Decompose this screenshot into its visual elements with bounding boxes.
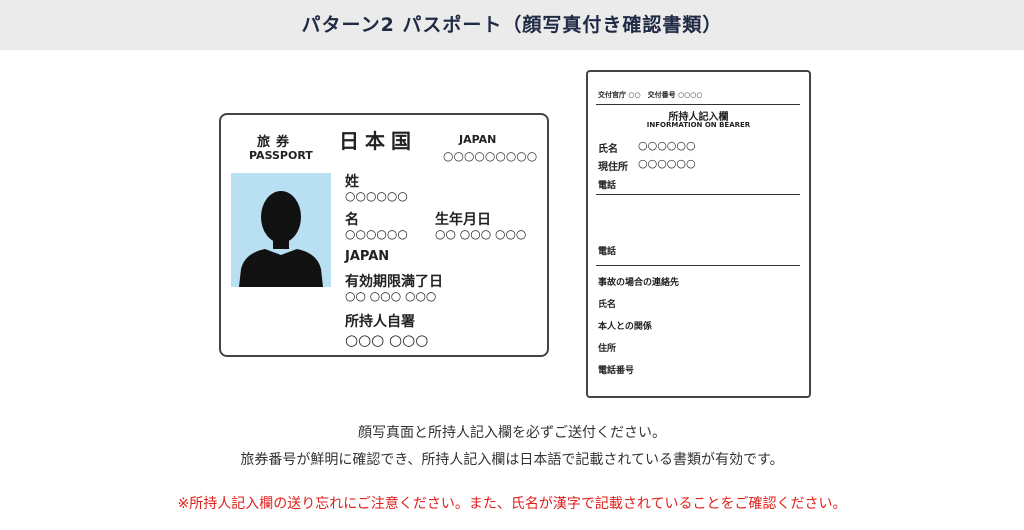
bearer-info-page: 交付官庁 ○○ 交付番号 ○○○○ 所持人記入欄 INFORMATION ON … [586, 70, 811, 398]
issuing-authority-line: 交付官庁 ○○ 交付番号 ○○○○ [598, 91, 703, 99]
birth-date-label: 生年月日 [435, 212, 491, 228]
passport-ryoken-text: 旅券 [257, 135, 296, 150]
signature-label: 所持人自署 [345, 314, 415, 330]
nationality-value: JAPAN [345, 249, 390, 264]
instruction-line-1: 顔写真面と所持人記入欄を必ずご送付ください。 [358, 425, 666, 441]
divider [596, 265, 800, 266]
passport-photo-page: 旅券 PASSPORT 日本国 JAPAN ○○○○○○○○○ 姓 ○○○○○○… [219, 113, 549, 357]
emergency-contact-label: 事故の場合の連絡先 [598, 278, 680, 288]
person-silhouette-icon [239, 191, 323, 287]
relation-label: 本人との関係 [598, 322, 652, 332]
emergency-address-label: 住所 [598, 344, 617, 354]
emergency-name-label: 氏名 [598, 300, 617, 310]
expiry-label: 有効期限満了日 [345, 274, 443, 290]
bearer-name-label: 氏名 [598, 144, 618, 155]
given-name-value: ○○○○○○ [345, 227, 408, 241]
bearer-title-en: INFORMATION ON BEARER [646, 121, 751, 129]
country-jp-text: 日本国 [339, 129, 417, 153]
surname-label: 姓 [345, 174, 359, 190]
bearer-address-label: 現住所 [598, 162, 628, 173]
given-name-label: 名 [345, 212, 359, 228]
face-photo [231, 173, 331, 287]
signature-value: ○○○ ○○○ [345, 331, 429, 349]
expiry-value: ○○ ○○○ ○○○ [345, 289, 437, 303]
page-title: パターン2 パスポート（顔写真付き確認書類） [0, 0, 1024, 50]
passport-en-text: PASSPORT [249, 149, 313, 162]
surname-value: ○○○○○○ [345, 189, 408, 203]
warning-note: ※所持人記入欄の送り忘れにご注意ください。また、氏名が漢字で記載されていることを… [177, 496, 847, 512]
birth-date-value: ○○ ○○○ ○○○ [435, 227, 527, 241]
country-en-text: JAPAN [459, 133, 497, 146]
bearer-tel-label: 電話 [598, 181, 617, 191]
emergency-tel-label: 電話番号 [598, 366, 635, 376]
bearer-tel2-label: 電話 [598, 247, 617, 257]
divider [596, 194, 800, 195]
bearer-name-value: ○○○○○○ [638, 139, 696, 152]
bearer-address-value: ○○○○○○ [638, 157, 696, 170]
passport-number: ○○○○○○○○○ [443, 149, 538, 163]
divider [596, 104, 800, 105]
instruction-line-2: 旅券番号が鮮明に確認でき、所持人記入欄は日本語で記載されている書類が有効です。 [240, 452, 784, 468]
